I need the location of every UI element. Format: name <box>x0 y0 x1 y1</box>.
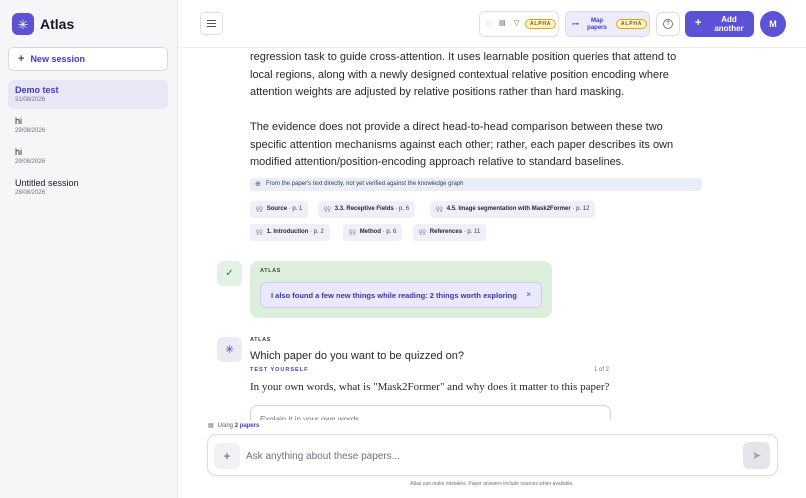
citation-chip[interactable]: ƍƍ References · p. 11 <box>413 224 487 241</box>
citation-page: · p. 2 <box>310 229 324 235</box>
citation-chip[interactable]: ƍƍ Method · p. 6 <box>343 224 403 241</box>
lightbulb-icon[interactable]: ◌ <box>486 18 491 28</box>
brand[interactable]: ✳ Atlas <box>12 13 74 35</box>
tools-button-group[interactable]: ◌ ▤ ▽ ALPHA <box>479 11 559 37</box>
link-icon: ƍƍ <box>436 206 443 212</box>
findings-text: I also found a few new things while read… <box>271 291 517 300</box>
filter-icon[interactable]: ▽ <box>514 19 519 27</box>
composer: + ➤ <box>207 434 778 476</box>
help-icon: ? <box>663 19 673 29</box>
papers-in-use[interactable]: ▤ Using 2 papers <box>208 422 259 429</box>
quiz-question: In your own words, what is "Mask2Former"… <box>250 381 610 393</box>
link-icon: ƍƍ <box>324 206 331 212</box>
session-date: 31/08/2026 <box>15 97 46 103</box>
using-prefix: Using <box>217 423 234 429</box>
link-icon: ƍƍ <box>419 229 426 235</box>
sidebar: ✳ Atlas + New session Demo test 31/08/20… <box>0 0 178 498</box>
asterisk-logo-icon: ✳ <box>12 13 34 35</box>
citation-chip[interactable]: ƍƍ 1. Introduction · p. 2 <box>250 224 330 241</box>
test-yourself-label: TEST YOURSELF <box>250 367 309 373</box>
citation-chip[interactable]: ƍƍ Source · p. 1 <box>250 201 309 218</box>
findings-card: ATLAS I also found a few new things whil… <box>250 261 552 318</box>
citation-page: · p. 6 <box>395 206 410 212</box>
source-note: ⊕ From the paper's text directly, not ye… <box>250 178 702 191</box>
session-title: hi <box>15 147 23 157</box>
link-icon: ƍƍ <box>349 229 356 235</box>
citation-label: 3.3. Receptive Fields <box>334 206 394 212</box>
context-strip: ▤ Using 2 papers <box>178 420 806 432</box>
session-item[interactable]: hi 29/08/2026 <box>8 111 168 140</box>
citation-page: · p. 11 <box>463 229 481 235</box>
disclaimer: Atlas can make mistakes. Paper answers i… <box>410 481 574 487</box>
session-item[interactable]: Demo test 31/08/2026 <box>8 80 168 109</box>
quiz-title: Which paper do you want to be quizzed on… <box>250 350 465 362</box>
session-item[interactable]: hi 29/08/2026 <box>8 142 168 171</box>
avatar[interactable]: M <box>760 11 786 37</box>
speaker-label: ATLAS <box>250 337 271 343</box>
session-title: hi <box>15 116 23 126</box>
add-another-button[interactable]: + Add another <box>685 11 754 37</box>
citation-label: 4.5. Image segmentation with Mask2Former <box>446 206 571 212</box>
citation-label: Source <box>266 206 288 212</box>
alpha-badge: ALPHA <box>616 19 648 29</box>
new-session-button[interactable]: + New session <box>8 47 168 71</box>
app-name: Atlas <box>40 16 75 32</box>
chat-thread: regression task to guide cross-attention… <box>178 48 806 420</box>
add-another-label: Add another <box>714 15 744 33</box>
session-date: 28/08/2026 <box>15 190 46 196</box>
using-count: 2 papers <box>234 423 260 429</box>
citation-page: · p. 12 <box>572 206 590 212</box>
answer-paragraph: The evidence does not provide a direct h… <box>250 121 674 168</box>
send-button[interactable]: ➤ <box>743 442 770 469</box>
new-session-label: New session <box>30 54 85 64</box>
link-icon: ƍƍ <box>256 229 263 235</box>
atlas-avatar-icon: ✳ <box>217 337 242 362</box>
map-papers-label: Map papers <box>587 18 607 31</box>
map-icon: ⊶ <box>572 21 579 28</box>
citation-chip[interactable]: ƍƍ 3.3. Receptive Fields · p. 6 <box>318 201 416 218</box>
document-icon[interactable]: ▤ <box>499 19 506 27</box>
findings-chip[interactable]: I also found a few new things while read… <box>260 282 542 308</box>
help-button[interactable]: ? <box>656 12 680 36</box>
citation-chip[interactable]: ƍƍ 4.5. Image segmentation with Mask2Form… <box>430 201 596 218</box>
citation-label: 1. Introduction <box>266 229 309 235</box>
answer-input[interactable]: Explain it in your own words... <box>250 405 611 420</box>
session-item[interactable]: Untitled session 28/08/2026 <box>8 173 168 202</box>
session-title: Untitled session <box>15 178 79 188</box>
plus-icon: + <box>18 53 25 65</box>
hamburger-icon <box>207 20 216 27</box>
plus-icon: + <box>695 17 702 29</box>
session-date: 29/08/2026 <box>15 128 46 134</box>
map-papers-button[interactable]: ⊶ Map papers ALPHA <box>565 11 650 37</box>
session-title: Demo test <box>15 85 59 95</box>
speaker-label: ATLAS <box>260 268 281 274</box>
menu-button[interactable] <box>200 12 223 35</box>
source-note-text: From the paper's text directly, not yet … <box>266 181 464 187</box>
citation-page: · p. 6 <box>382 229 397 235</box>
attach-button[interactable]: + <box>214 443 240 469</box>
citation-page: · p. 1 <box>288 206 303 212</box>
chat-input[interactable] <box>246 448 726 464</box>
citation-label: Method <box>359 229 382 235</box>
check-icon: ✓ <box>217 261 242 286</box>
citation-label: References <box>429 229 463 235</box>
link-icon: ƍƍ <box>256 206 263 212</box>
session-date: 29/08/2026 <box>15 159 46 165</box>
topbar: ◌ ▤ ▽ ALPHA ⊶ Map papers ALPHA ? + Add a… <box>178 0 806 48</box>
close-icon[interactable]: × <box>526 290 531 299</box>
globe-icon: ⊕ <box>255 181 261 188</box>
answer-paragraph: regression task to guide cross-attention… <box>250 51 677 98</box>
alpha-badge: ALPHA <box>525 19 557 29</box>
question-counter: 1 of 2 <box>594 367 610 373</box>
document-icon: ▤ <box>208 423 214 429</box>
